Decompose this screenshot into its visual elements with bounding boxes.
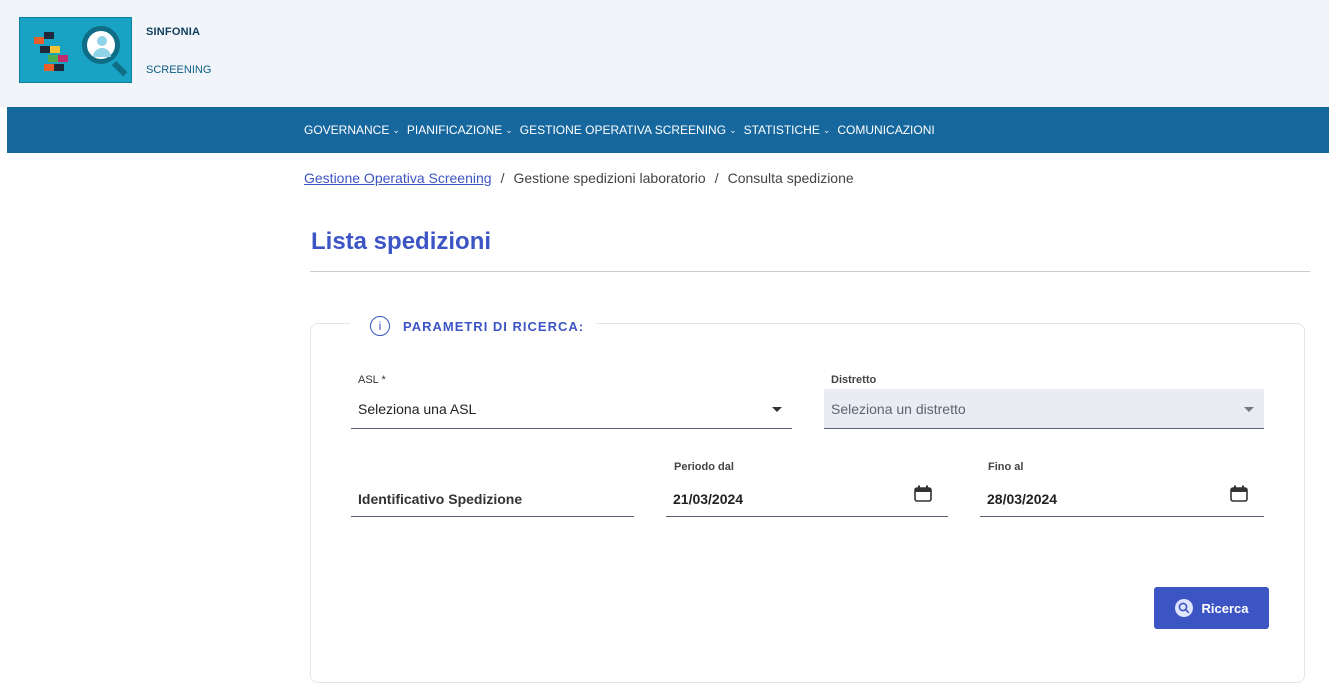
app-logo[interactable] (19, 17, 132, 83)
nav-item-gestione-operativa[interactable]: GESTIONE OPERATIVA SCREENING ⌄ (520, 123, 737, 137)
nav-item-pianificazione[interactable]: PIANIFICAZIONE ⌄ (407, 123, 513, 137)
breadcrumb-link-gestione-operativa[interactable]: Gestione Operativa Screening (304, 170, 492, 186)
brand-name: SINFONIA (146, 26, 201, 38)
logo-magnifier-handle (111, 60, 128, 77)
logo-pixel (44, 64, 54, 71)
asl-select-value: Seleziona una ASL (358, 400, 477, 417)
caret-down-icon (772, 407, 782, 412)
info-icon: i (370, 316, 390, 336)
nav-item-label: GESTIONE OPERATIVA SCREENING (519, 123, 727, 137)
search-button-label: Ricerca (1201, 600, 1249, 616)
identificativo-spedizione-placeholder: Identificativo Spedizione (358, 490, 523, 507)
breadcrumb: Gestione Operativa Screening / Gestione … (304, 170, 854, 186)
search-panel-legend: i PARAMETRI DI RICERCA: (350, 312, 597, 340)
identificativo-spedizione-input[interactable]: Identificativo Spedizione (351, 481, 634, 517)
calendar-icon[interactable] (1230, 485, 1248, 502)
logo-pixel (54, 64, 64, 71)
logo-pixel (48, 55, 58, 62)
title-divider (310, 271, 1310, 272)
nav-item-governance[interactable]: GOVERNANCE ⌄ (304, 123, 400, 137)
breadcrumb-separator: / (500, 170, 505, 186)
logo-magnifier-icon (82, 26, 120, 64)
nav-menu: GOVERNANCE ⌄ PIANIFICAZIONE ⌄ GESTIONE O… (304, 107, 942, 153)
logo-pixel (58, 55, 68, 62)
breadcrumb-separator: / (714, 170, 719, 186)
periodo-dal-value: 21/03/2024 (673, 490, 744, 507)
nav-item-statistiche[interactable]: STATISTICHE ⌄ (744, 123, 831, 137)
breadcrumb-level-2: Gestione spedizioni laboratorio (513, 170, 706, 186)
chevron-down-icon: ⌄ (729, 124, 737, 135)
distretto-label: Distretto (831, 374, 877, 386)
nav-item-label: GOVERNANCE (304, 123, 390, 137)
nav-item-label: STATISTICHE (743, 123, 820, 137)
breadcrumb-current: Consulta spedizione (727, 170, 854, 186)
logo-pixel (44, 32, 54, 39)
distretto-select-value: Seleziona un distretto (831, 400, 966, 417)
logo-pixel (34, 37, 44, 44)
search-button[interactable]: Ricerca (1154, 587, 1269, 629)
page-title: Lista spedizioni (311, 228, 492, 255)
fino-al-label: Fino al (988, 461, 1024, 473)
brand-subtitle: SCREENING (146, 64, 212, 76)
calendar-icon[interactable] (914, 485, 932, 502)
chevron-down-icon: ⌄ (505, 124, 513, 135)
main-navbar: GOVERNANCE ⌄ PIANIFICAZIONE ⌄ GESTIONE O… (7, 107, 1329, 153)
nav-item-label: COMUNICAZIONI (837, 123, 935, 137)
asl-label: ASL * (358, 374, 386, 386)
search-icon (1174, 599, 1193, 617)
chevron-down-icon: ⌄ (392, 124, 400, 135)
fino-al-input[interactable]: 28/03/2024 (980, 481, 1264, 517)
app-header: SINFONIA SCREENING (0, 0, 1329, 107)
nav-item-comunicazioni[interactable]: COMUNICAZIONI (837, 123, 934, 137)
asl-select[interactable]: Seleziona una ASL (351, 389, 792, 429)
chevron-down-icon: ⌄ (822, 124, 831, 135)
logo-pixel (40, 46, 50, 53)
search-panel-title: PARAMETRI DI RICERCA: (403, 318, 585, 334)
periodo-dal-input[interactable]: 21/03/2024 (666, 481, 948, 517)
logo-pixel (50, 46, 60, 53)
nav-item-label: PIANIFICAZIONE (406, 123, 503, 137)
distretto-select[interactable]: Seleziona un distretto (824, 389, 1264, 429)
caret-down-icon (1244, 407, 1254, 412)
periodo-dal-label: Periodo dal (674, 461, 734, 473)
fino-al-value: 28/03/2024 (987, 490, 1058, 507)
